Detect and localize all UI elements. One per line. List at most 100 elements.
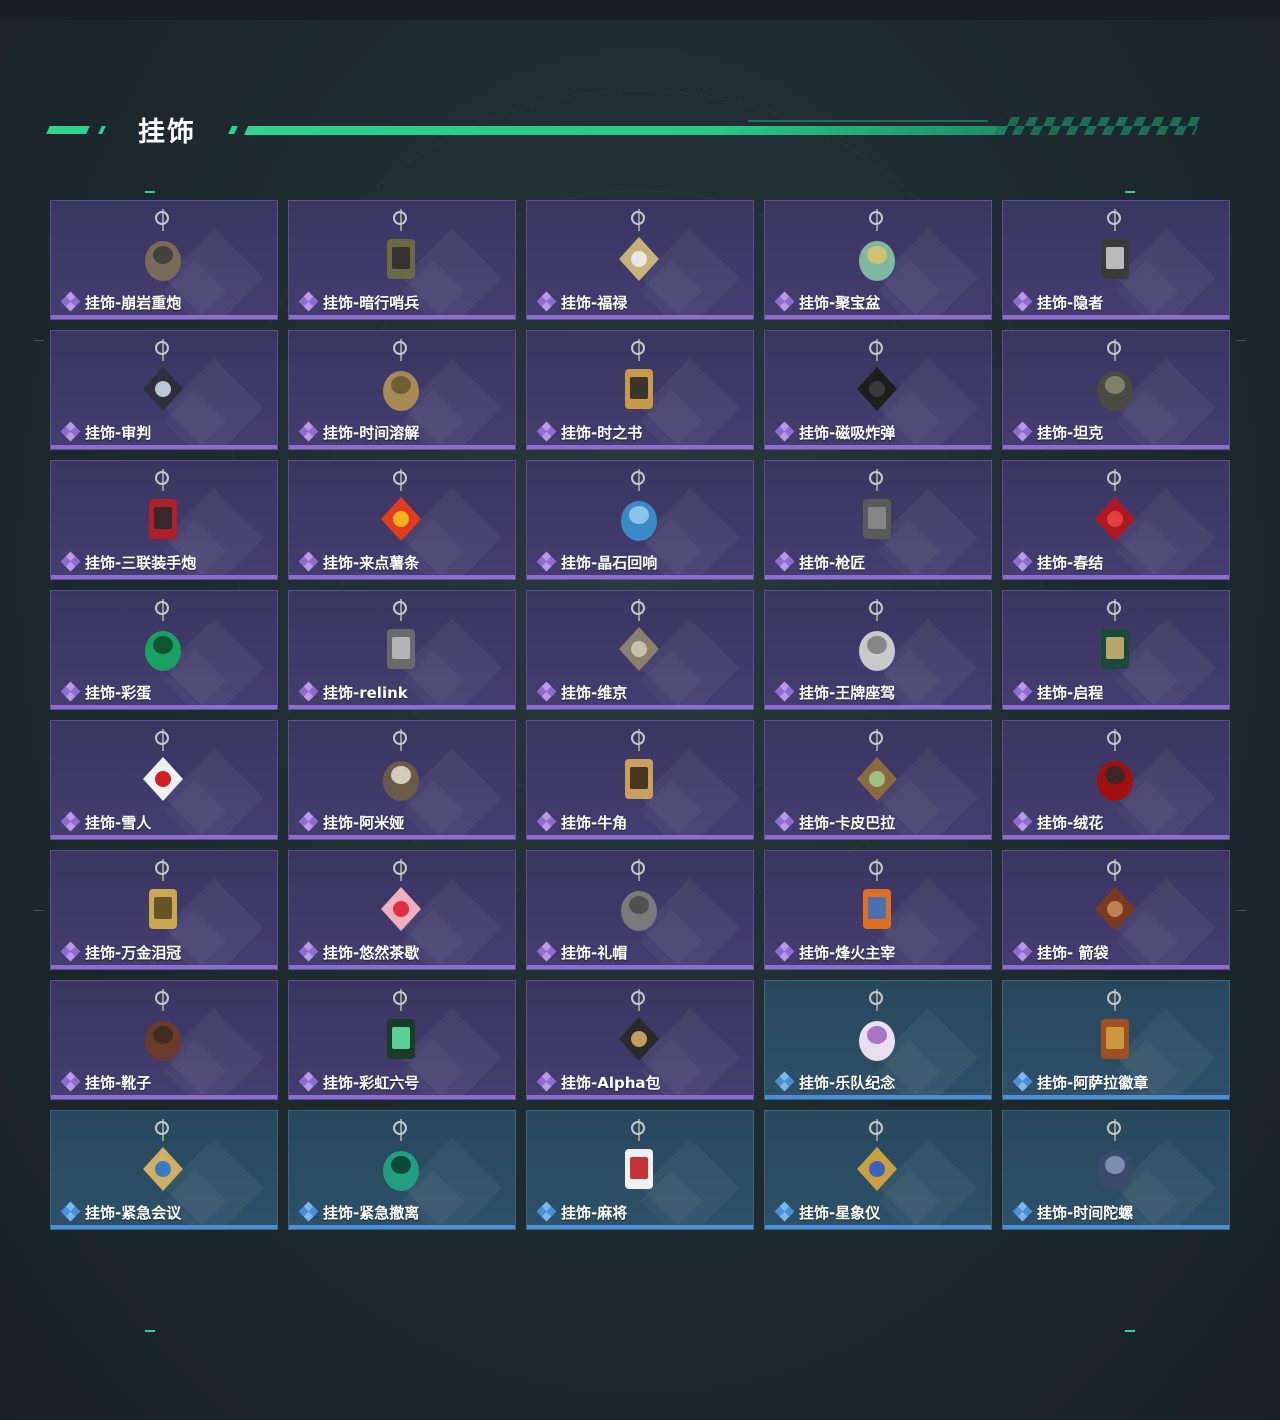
charm-card[interactable]: 挂饰-审判 bbox=[50, 330, 278, 450]
snowman-charm-icon bbox=[135, 749, 191, 805]
charm-name: 挂饰-启程 bbox=[1037, 683, 1104, 702]
rarity-diamond-icon bbox=[774, 551, 795, 572]
charm-name: 挂饰-暗行哨兵 bbox=[323, 293, 420, 312]
charm-card[interactable]: 挂饰-晶石回响 bbox=[526, 460, 754, 580]
charm-name: 挂饰-隐者 bbox=[1037, 293, 1104, 312]
charm-card[interactable]: 挂饰-暗行哨兵 bbox=[288, 200, 516, 320]
charm-card[interactable]: 挂饰-relink bbox=[288, 590, 516, 710]
charm-name: 挂饰-星象仪 bbox=[799, 1203, 881, 1222]
key-ring-icon bbox=[631, 471, 645, 485]
book-charm-icon bbox=[611, 359, 667, 415]
charm-card[interactable]: 挂饰-三联装手炮 bbox=[50, 460, 278, 580]
charm-card[interactable]: 挂饰-崩岩重炮 bbox=[50, 200, 278, 320]
rarity-diamond-icon bbox=[536, 941, 557, 962]
tank-charm-icon bbox=[1087, 359, 1143, 415]
key-ring-icon bbox=[393, 601, 407, 615]
charm-label: 挂饰-靴子 bbox=[60, 1071, 151, 1092]
key-ring-icon bbox=[869, 861, 883, 875]
charm-card[interactable]: 挂饰-彩虹六号 bbox=[288, 980, 516, 1100]
charm-card[interactable]: 挂饰-绒花 bbox=[1002, 720, 1230, 840]
charm-card[interactable]: 挂饰-紧急会议 bbox=[50, 1110, 278, 1230]
charm-grid: 挂饰-崩岩重炮 挂饰-暗行哨兵 挂饰-福禄 挂饰-聚宝盆 挂饰-隐者 挂饰-审判 挂饰-时间… bbox=[50, 200, 1230, 1230]
charm-card[interactable]: 挂饰-时间溶解 bbox=[288, 330, 516, 450]
header-dash-icon bbox=[46, 126, 90, 134]
charm-card[interactable]: 挂饰-阿米娅 bbox=[288, 720, 516, 840]
charm-card[interactable]: 挂饰-乐队纪念 bbox=[764, 980, 992, 1100]
key-ring-icon bbox=[869, 471, 883, 485]
key-ring-icon bbox=[1107, 1121, 1121, 1135]
charm-card[interactable]: 挂饰-坦克 bbox=[1002, 330, 1230, 450]
charm-card[interactable]: 挂饰-卡皮巴拉 bbox=[764, 720, 992, 840]
top-strip bbox=[0, 0, 1280, 20]
quiver-charm-icon bbox=[1087, 879, 1143, 935]
charm-name: 挂饰-紧急会议 bbox=[85, 1203, 182, 1222]
charm-label: 挂饰-暗行哨兵 bbox=[298, 291, 420, 312]
charm-name: 挂饰-王牌座驾 bbox=[799, 683, 896, 702]
charm-card[interactable]: 挂饰-磁吸炸弹 bbox=[764, 330, 992, 450]
charm-name: 挂饰-烽火主宰 bbox=[799, 943, 896, 962]
charm-label: 挂饰-王牌座驾 bbox=[774, 681, 896, 702]
charm-card[interactable]: 挂饰-星象仪 bbox=[764, 1110, 992, 1230]
rock-gunner-charm-icon bbox=[135, 229, 191, 285]
charm-card[interactable]: 挂饰-春结 bbox=[1002, 460, 1230, 580]
charm-card[interactable]: 挂饰-靴子 bbox=[50, 980, 278, 1100]
charm-card[interactable]: 挂饰-牛角 bbox=[526, 720, 754, 840]
bull-horn-charm-icon bbox=[611, 749, 667, 805]
key-ring-icon bbox=[155, 471, 169, 485]
charm-label: 挂饰-relink bbox=[298, 681, 408, 702]
charm-label: 挂饰-紧急撤离 bbox=[298, 1201, 419, 1222]
charm-card[interactable]: 挂饰-阿萨拉徽章 bbox=[1002, 980, 1230, 1100]
charm-card[interactable]: 挂饰-枪匠 bbox=[764, 460, 992, 580]
charm-label: 挂饰-乐队纪念 bbox=[774, 1071, 895, 1092]
charm-card[interactable]: 挂饰-悠然茶歇 bbox=[288, 850, 516, 970]
key-ring-icon bbox=[631, 211, 645, 225]
charm-card[interactable]: 挂饰-王牌座驾 bbox=[764, 590, 992, 710]
charm-card[interactable]: 挂饰-隐者 bbox=[1002, 200, 1230, 320]
charm-card[interactable]: 挂饰-礼帽 bbox=[526, 850, 754, 970]
rarity-diamond-icon bbox=[536, 1201, 557, 1222]
charm-card[interactable]: 挂饰-万金泪冠 bbox=[50, 850, 278, 970]
key-ring-icon bbox=[869, 601, 883, 615]
charm-card[interactable]: 挂饰-麻将 bbox=[526, 1110, 754, 1230]
rarity-diamond-icon bbox=[60, 551, 81, 572]
rarity-diamond-icon bbox=[536, 421, 557, 442]
charm-label: 挂饰-烽火主宰 bbox=[774, 941, 896, 962]
charm-card[interactable]: 挂饰-维京 bbox=[526, 590, 754, 710]
key-ring-icon bbox=[1107, 341, 1121, 355]
asala-badge-charm-icon bbox=[1087, 1009, 1143, 1065]
charm-card[interactable]: 挂饰- 箭袋 bbox=[1002, 850, 1230, 970]
charm-card[interactable]: 挂饰-时间陀螺 bbox=[1002, 1110, 1230, 1230]
rarity-diamond-icon bbox=[60, 681, 81, 702]
compass-charm-icon bbox=[1087, 619, 1143, 675]
charm-name: 挂饰-时间陀螺 bbox=[1037, 1203, 1134, 1222]
key-ring-icon bbox=[155, 991, 169, 1005]
charm-card[interactable]: 挂饰-雪人 bbox=[50, 720, 278, 840]
sentinel-charm-icon bbox=[373, 229, 429, 285]
corner-mark bbox=[1125, 191, 1135, 193]
charm-card[interactable]: 挂饰-启程 bbox=[1002, 590, 1230, 710]
side-tick bbox=[1236, 340, 1246, 341]
corner-mark bbox=[145, 1330, 155, 1332]
charm-card[interactable]: 挂饰-时之书 bbox=[526, 330, 754, 450]
charm-card[interactable]: 挂饰-彩蛋 bbox=[50, 590, 278, 710]
key-ring-icon bbox=[155, 601, 169, 615]
key-ring-icon bbox=[155, 1121, 169, 1135]
easter-egg-charm-icon bbox=[135, 619, 191, 675]
charm-card[interactable]: 挂饰-来点薯条 bbox=[288, 460, 516, 580]
charm-name: 挂饰-坦克 bbox=[1037, 423, 1104, 442]
key-ring-icon bbox=[155, 211, 169, 225]
key-ring-icon bbox=[631, 341, 645, 355]
key-ring-icon bbox=[393, 731, 407, 745]
charm-card[interactable]: 挂饰-紧急撤离 bbox=[288, 1110, 516, 1230]
charm-card[interactable]: 挂饰-福禄 bbox=[526, 200, 754, 320]
charm-label: 挂饰- 箭袋 bbox=[1012, 941, 1108, 962]
rarity-diamond-icon bbox=[60, 941, 81, 962]
rarity-diamond-icon bbox=[774, 1071, 795, 1092]
charm-label: 挂饰-礼帽 bbox=[536, 941, 627, 962]
viking-hammer-charm-icon bbox=[611, 619, 667, 675]
charm-card[interactable]: 挂饰-烽火主宰 bbox=[764, 850, 992, 970]
charm-card[interactable]: 挂饰-Alpha包 bbox=[526, 980, 754, 1100]
charm-card[interactable]: 挂饰-聚宝盆 bbox=[764, 200, 992, 320]
rarity-diamond-icon bbox=[298, 681, 319, 702]
charm-label: 挂饰-牛角 bbox=[536, 811, 627, 832]
